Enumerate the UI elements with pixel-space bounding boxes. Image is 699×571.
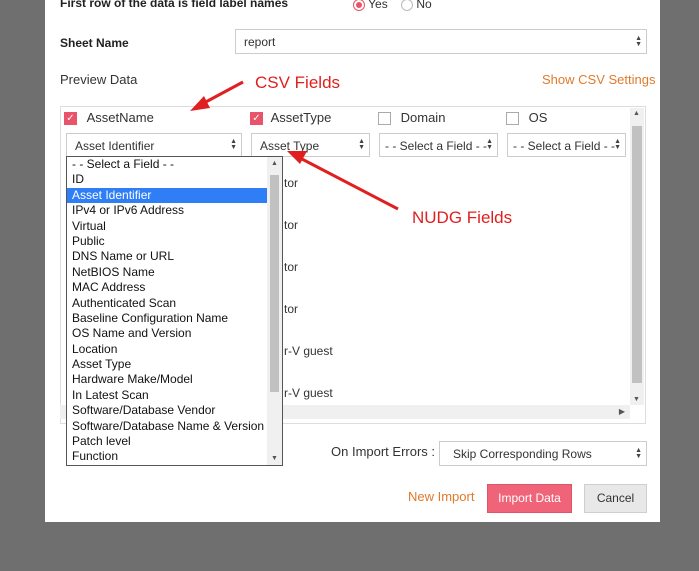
arrow-icon <box>287 151 399 211</box>
annotation-arrows <box>190 80 399 211</box>
arrow-icon <box>190 80 244 111</box>
